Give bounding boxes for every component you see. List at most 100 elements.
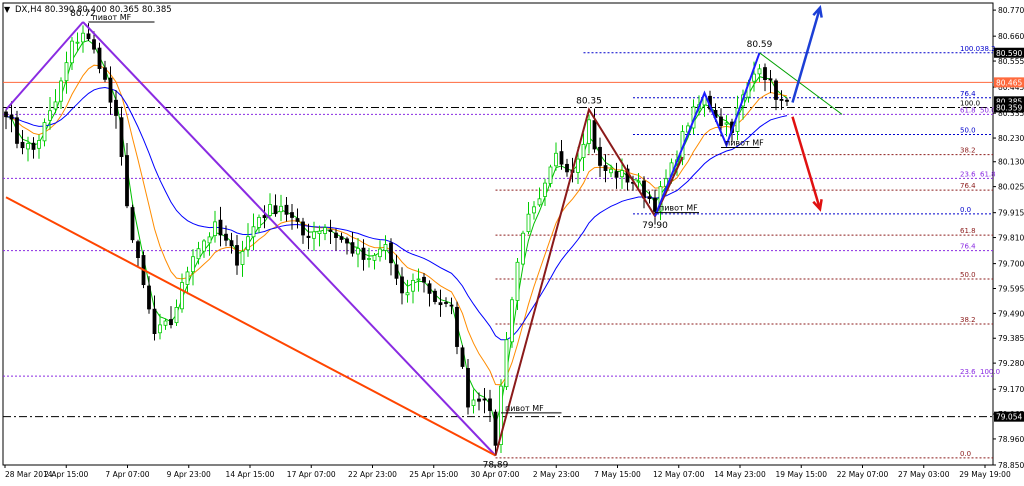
candle-body — [400, 276, 404, 294]
candle-body — [774, 80, 778, 100]
fib-level-label: 61.8 — [960, 227, 976, 235]
price-tick-label: 80.770 — [998, 6, 1024, 15]
candle-body — [356, 247, 360, 255]
candle-body — [372, 254, 377, 261]
price-tick-label: 78.850 — [998, 461, 1024, 470]
candle-body — [125, 155, 129, 207]
time-tick-label: 14 Apr 15:00 — [226, 470, 275, 479]
candle-body — [521, 232, 525, 265]
candle-body — [768, 78, 773, 81]
candle-body — [779, 98, 784, 101]
candle-body — [653, 197, 657, 212]
candle-body — [224, 233, 228, 241]
price-tick-label: 79.700 — [998, 260, 1024, 269]
candle-body — [240, 251, 245, 265]
candle-body — [158, 324, 162, 334]
candle-body — [42, 122, 47, 142]
candle-body — [213, 221, 217, 237]
candle-body — [614, 171, 619, 178]
candle-body — [262, 215, 267, 219]
candle-body — [136, 241, 140, 258]
candle-body — [328, 229, 333, 232]
candle-body — [444, 302, 448, 304]
pivot-mf-label: пивот MF — [505, 404, 544, 413]
candle-body — [317, 230, 322, 235]
time-tick-label: 30 Apr 07:00 — [471, 470, 520, 479]
candle-body — [163, 320, 168, 326]
fib-level-label: 61.8 — [960, 106, 976, 114]
candle-body — [59, 80, 63, 102]
candle — [521, 230, 525, 266]
time-tick-label: 27 May 03:00 — [898, 470, 950, 479]
chart-window: 100.0 38.2 76.4 100.0 61.8 50.0 50.0 38.2 23.6 61… — [0, 0, 1024, 482]
price-tick-label: 80.230 — [998, 134, 1024, 143]
fib-level-label: 0.0 — [960, 206, 971, 214]
candle-body — [86, 33, 91, 40]
candle-body — [92, 39, 96, 50]
time-tick-label: 2 Apr 15:00 — [44, 470, 88, 479]
fib-level-label: 76.4 — [960, 243, 976, 251]
chart-header: ▼ DX,H4 80.390 80.400 80.365 80.385 — [4, 5, 172, 15]
candle — [130, 204, 135, 243]
chart-menu-icon[interactable]: ▼ — [4, 5, 11, 14]
fib-level-label: 76.4 — [960, 90, 976, 98]
candle-body — [449, 304, 454, 307]
candle-body — [130, 207, 135, 241]
candle-body — [576, 158, 580, 173]
candle-body — [202, 240, 206, 252]
candle-body — [394, 264, 399, 279]
price-tick-label: 80.555 — [998, 57, 1024, 66]
candle-body — [416, 278, 421, 281]
candle-body — [103, 67, 107, 80]
candle-body — [108, 77, 113, 103]
price-chart[interactable]: 100.0 38.276.4100.061.8 50.050.038.223.6 61… — [0, 0, 1024, 482]
candle-body — [493, 411, 498, 446]
price-marker-label: 80.465 — [996, 78, 1022, 87]
time-tick-label: 2 May 23:00 — [533, 470, 580, 479]
fib-level-label: 50.0 — [960, 126, 976, 134]
candle-body — [235, 245, 239, 266]
time-tick-label: 14 May 23:00 — [714, 470, 766, 479]
candle-body — [48, 110, 52, 121]
candle-body — [763, 67, 767, 81]
candle-body — [191, 256, 195, 273]
candle-body — [268, 204, 272, 216]
candle-body — [196, 248, 201, 260]
time-tick-label: 9 Apr 23:00 — [167, 470, 211, 479]
time-tick-label: 7 Apr 07:00 — [105, 470, 149, 479]
price-tick-label: 79.280 — [998, 359, 1024, 368]
candle-body — [53, 101, 58, 110]
candle-body — [411, 279, 415, 292]
candle-body — [460, 347, 465, 367]
candle-body — [323, 227, 327, 234]
candle-body — [565, 163, 569, 173]
candle-body — [97, 47, 102, 69]
time-tick-label: 22 May 07:00 — [837, 470, 889, 479]
candle-body — [246, 236, 250, 251]
candle-body — [405, 292, 410, 296]
candle-body — [504, 339, 509, 388]
price-tick-label: 79.490 — [998, 309, 1024, 318]
fib-level-label-secondary: 100.0 — [980, 368, 1000, 376]
candle-body — [367, 258, 371, 260]
candle-body — [471, 399, 476, 406]
candle-body — [345, 238, 349, 244]
time-tick-label: 19 May 15:00 — [776, 470, 828, 479]
candle-body — [284, 204, 289, 215]
candle-body — [526, 213, 531, 233]
candle-body — [532, 206, 536, 214]
candle-body — [152, 308, 157, 334]
candle — [455, 301, 459, 355]
candle-body — [433, 290, 437, 302]
fib-level-label: 38.2 — [960, 316, 976, 324]
candle-body — [537, 198, 542, 206]
candle-body — [147, 285, 151, 310]
candle-body — [466, 368, 470, 408]
candle-body — [724, 122, 729, 125]
price-tick-label: 80.025 — [998, 183, 1024, 192]
candle-body — [306, 235, 311, 238]
candle-body — [785, 99, 789, 102]
candle-body — [587, 119, 591, 144]
candle-body — [312, 231, 316, 239]
price-tick-label: 80.660 — [998, 32, 1024, 41]
